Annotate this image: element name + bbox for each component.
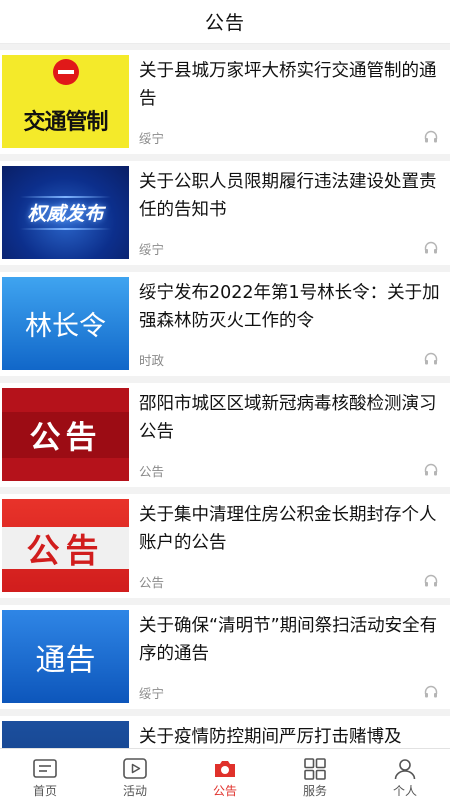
thumbnail-image: 公告 [2,499,129,592]
headphones-icon[interactable] [424,130,438,143]
camera-icon [215,761,235,777]
item-title[interactable]: 关于集中清理住房公积金长期封存个人账户的公告 [139,501,445,557]
list-item[interactable]: 公告 关于集中清理住房公积金长期封存个人账户的公告 公告 [0,494,450,598]
thumbnail-image: 林长令 [2,277,129,370]
item-title[interactable]: 关于确保“清明节”期间祭扫活动安全有序的通告 [139,612,445,668]
item-title[interactable]: 关于公职人员限期履行违法建设处置责任的告知书 [139,168,445,224]
item-title[interactable]: 关于县城万家坪大桥实行交通管制的通告 [139,57,445,113]
list-item[interactable]: 交通管制 关于县城万家坪大桥实行交通管制的通告 绥宁 [0,50,450,154]
list-item[interactable]: 通告 关于确保“清明节”期间祭扫活动安全有序的通告 绥宁 [0,605,450,709]
person-icon [394,759,416,780]
bottom-tab-bar: 首页 活动 公告 服务 个人 [0,748,450,800]
thumbnail-image: 权威发布 [2,166,129,259]
headphones-icon[interactable] [424,685,438,698]
thumbnail-text: 林长令 [25,311,106,342]
item-source: 时政 [139,353,165,368]
play-icon [123,758,147,779]
list-item[interactable]: 公告 邵阳市城区区域新冠病毒核酸检测演习公告 公告 [0,383,450,487]
tab-home[interactable]: 首页 [0,749,90,800]
top-bar: 公告 [0,0,450,44]
thumbnail-image: 交通管制 [2,55,129,148]
thumbnail-image [2,721,129,748]
headphones-icon[interactable] [424,241,438,254]
tab-activity[interactable]: 活动 [90,749,180,800]
item-source: 公告 [139,575,165,590]
item-source: 绥宁 [139,686,165,701]
list-item[interactable]: 林长令 绥宁发布2022年第1号林长令：关于加强森林防灭火工作的令 时政 [0,272,450,376]
item-title[interactable]: 绥宁发布2022年第1号林长令：关于加强森林防灭火工作的令 [139,279,445,335]
tab-label: 服务 [302,784,327,798]
item-source: 绥宁 [139,131,165,146]
headphones-icon[interactable] [424,463,438,476]
list-item[interactable]: 权威发布 关于公职人员限期履行违法建设处置责任的告知书 绥宁 [0,161,450,265]
thumbnail-text: 权威发布 [27,203,104,225]
thumbnail-text: 公告 [26,531,105,570]
page-title: 公告 [204,12,245,34]
thumbnail-text: 公告 [29,420,102,456]
notice-list[interactable]: 交通管制 关于县城万家坪大桥实行交通管制的通告 绥宁 权威发布 关于公职人员限期… [0,44,450,748]
tab-notice[interactable]: 公告 [180,749,270,800]
thumbnail-image: 公告 [2,388,129,481]
list-item[interactable]: 关于疫情防控期间严厉打击赌博及 [0,716,450,748]
tab-label: 公告 [212,784,237,798]
grid-icon [304,758,326,780]
thumbnail-text: 交通管制 [23,109,108,135]
item-source: 绥宁 [139,242,165,257]
headphones-icon[interactable] [424,574,438,587]
headphones-icon[interactable] [424,352,438,365]
tab-service[interactable]: 服务 [270,749,360,800]
item-title[interactable]: 关于疫情防控期间严厉打击赌博及 [139,723,445,748]
tab-label: 个人 [392,784,417,798]
thumbnail-image: 通告 [2,610,129,703]
home-icon [33,759,57,778]
item-title[interactable]: 邵阳市城区区域新冠病毒核酸检测演习公告 [139,390,445,446]
tab-profile[interactable]: 个人 [360,749,450,800]
tab-label: 首页 [32,784,57,798]
thumbnail-text: 通告 [35,642,96,678]
tab-label: 活动 [122,784,147,798]
item-source: 公告 [139,464,165,479]
